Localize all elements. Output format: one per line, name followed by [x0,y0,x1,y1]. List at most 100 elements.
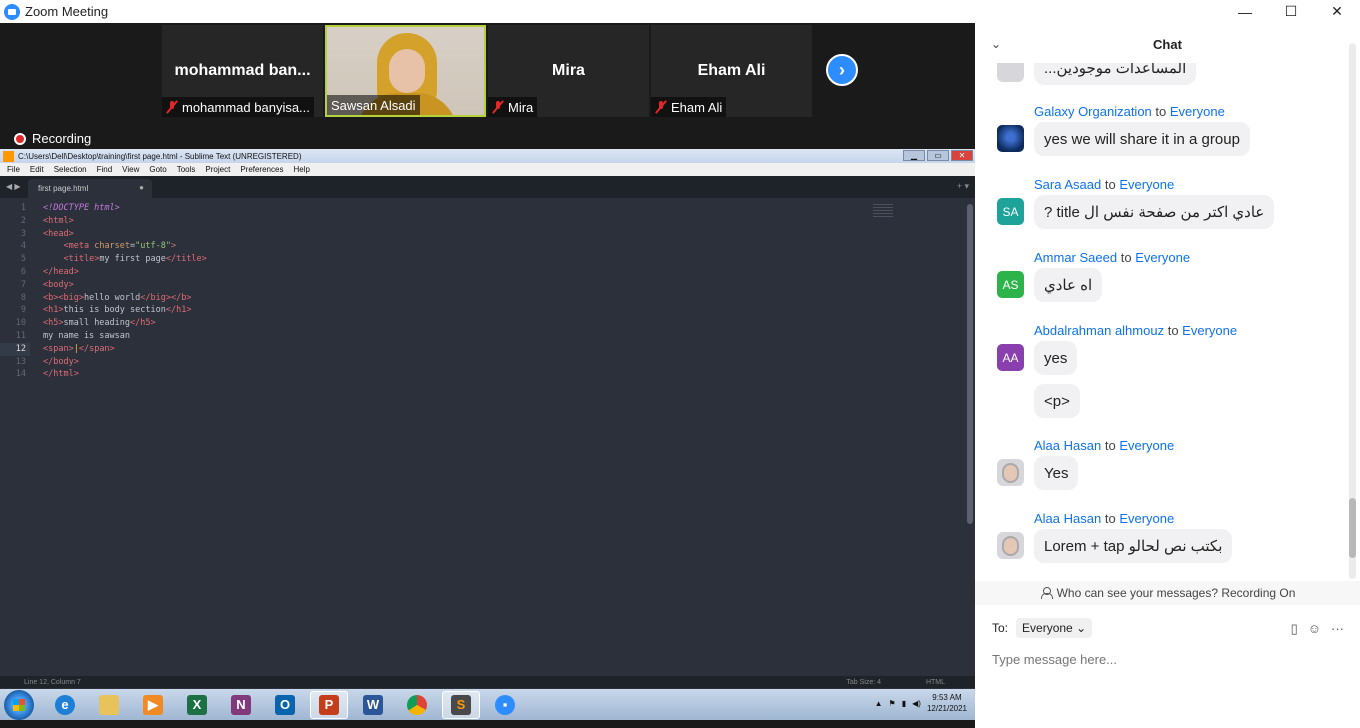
message-input[interactable] [992,649,1342,669]
cursor-position: Line 12, Column 7 [24,678,81,686]
sublime-minimize-button[interactable]: ▁ [903,150,925,161]
zoom-icon[interactable]: ▪ [486,691,524,719]
visibility-note-text: Who can see your messages? Recording On [1056,586,1296,600]
syntax-setting[interactable]: HTML [926,679,945,686]
video-tile-active-speaker[interactable]: Sawsan Alsadi [325,25,486,117]
message-sender[interactable]: Abdalrahman alhmouz [1034,323,1164,338]
tray-expand-icon[interactable]: ▲ [875,699,883,708]
message-header: Ammar Saeed to Everyone [1034,250,1190,265]
outlook-icon[interactable]: O [266,691,304,719]
chat-scrollbar-thumb[interactable] [1349,498,1356,558]
message-recipient: Everyone [1135,250,1191,265]
mic-muted-icon [492,100,504,114]
message-sender[interactable]: Alaa Hasan [1034,511,1101,526]
word-icon[interactable]: W [354,691,392,719]
sublime-maximize-button[interactable]: ▭ [927,150,949,161]
message-recipient: Everyone [1119,177,1175,192]
zoom-app: Zoom Meeting — ☐ ✕ mohammad ban... moham… [0,0,1360,728]
line-number: 3 [20,228,26,239]
message-sender[interactable]: Galaxy Organization [1034,104,1152,119]
menu-tools[interactable]: Tools [172,165,201,174]
line-number: 1 [20,203,26,213]
next-page-arrow-icon[interactable]: › [826,54,858,86]
windows-taskbar: e ▶ X N O P W S ▪ ▲ ⚑ ▮ ◀) 9:53 AM 12/21… [0,689,975,720]
message-header: Galaxy Organization to Everyone [1034,104,1225,119]
tab-scroll-arrows-icon[interactable]: ◀ ▶ [6,182,21,191]
code-text[interactable]: <!DOCTYPE html> <html> <head> <meta char… [43,202,207,381]
excel-icon[interactable]: X [178,691,216,719]
sublime-titlebar: C:\Users\Dell\Desktop\training\first pag… [0,149,975,163]
chevron-down-icon: ⌄ [1076,621,1087,635]
sublime-close-button[interactable]: ✕ [951,150,973,161]
recipient-select[interactable]: Everyone ⌄ [1016,618,1093,638]
menu-edit[interactable]: Edit [25,165,49,174]
window-titlebar: Zoom Meeting — ☐ ✕ [0,0,1360,23]
message-to: to [1104,177,1116,192]
chat-bubble: <p> [1034,384,1080,418]
menu-file[interactable]: File [2,165,25,174]
video-tile[interactable]: Eham Ali Eham Ali [651,25,812,117]
avatar-initials: AS [997,271,1024,298]
emoji-icon[interactable]: ☺ [1308,621,1321,637]
file-icon[interactable]: ▯ [1291,621,1298,637]
editor-scrollbar[interactable] [967,204,973,524]
folder-icon[interactable] [90,691,128,719]
tray-volume-icon[interactable]: ◀) [912,699,921,708]
minimap[interactable] [873,204,893,218]
line-number: 2 [20,215,26,226]
sublime-tabbar: ◀ ▶ first page.html ● + ▾ [0,176,975,198]
recording-indicator[interactable]: Recording [14,131,91,146]
more-icon[interactable]: ··· [1331,621,1344,637]
tray-flag-icon[interactable]: ⚑ [889,699,896,708]
participant-label-text: Eham Ali [671,99,723,115]
close-button[interactable]: ✕ [1314,0,1360,23]
message-recipient: Everyone [1119,438,1175,453]
tray-network-icon[interactable]: ▮ [902,699,906,708]
menu-help[interactable]: Help [288,165,314,174]
message-sender[interactable]: Sara Asaad [1034,177,1101,192]
message-sender[interactable]: Ammar Saeed [1034,250,1117,265]
shared-screen: C:\Users\Dell\Desktop\training\first pag… [0,149,975,720]
sublime-menubar: File Edit Selection Find View Goto Tools… [0,163,975,176]
start-button-icon[interactable] [4,689,34,720]
video-tile[interactable]: mohammad ban... mohammad banyisa... [162,25,323,117]
menu-view[interactable]: View [117,165,144,174]
media-player-icon[interactable]: ▶ [134,691,172,719]
tab-size-setting[interactable]: Tab Size: 4 [846,679,881,686]
message-sender[interactable]: Alaa Hasan [1034,438,1101,453]
system-clock[interactable]: 9:53 AM 12/21/2021 [927,692,967,714]
powerpoint-icon[interactable]: P [310,690,348,719]
recording-dot-icon [14,132,26,145]
editor-tab[interactable]: first page.html ● [28,179,152,198]
onenote-icon[interactable]: N [222,691,260,719]
window-controls: — ☐ ✕ [1222,0,1360,23]
avatar-galaxy-organization [997,125,1024,152]
visibility-note[interactable]: Who can see your messages? Recording On [975,581,1360,605]
video-person-face [389,49,425,93]
line-number: 8 [20,292,26,303]
meeting-area: mohammad ban... mohammad banyisa... Saws… [0,23,975,728]
code-editor[interactable]: 1 2 3 4 5 6 7 8 9 10 11 12 13 14 <!DOCTY… [0,198,975,676]
avatar-initials: SA [997,198,1024,225]
chat-bubble: Yes [1034,456,1079,490]
menu-selection[interactable]: Selection [49,165,92,174]
message-header: Alaa Hasan to Everyone [1034,438,1174,453]
message-to: to [1104,511,1116,526]
menu-find[interactable]: Find [92,165,118,174]
maximize-button[interactable]: ☐ [1268,0,1314,23]
compose-actions: ▯ ☺ ··· [1291,621,1344,637]
tab-overflow-icon[interactable]: + ▾ [957,181,969,192]
menu-goto[interactable]: Goto [144,165,171,174]
sublime-icon[interactable]: S [442,690,480,719]
message-header: Abdalrahman alhmouz to Everyone [1034,323,1237,338]
menu-project[interactable]: Project [200,165,235,174]
menu-preferences[interactable]: Preferences [235,165,288,174]
editor-tab-label: first page.html [38,184,89,193]
video-tile[interactable]: Mira Mira [488,25,649,117]
chat-scrollbar[interactable] [1349,43,1356,579]
minimize-button[interactable]: — [1222,0,1268,23]
chrome-icon[interactable] [398,691,436,719]
chat-bubble: بكتب نص لحالو Lorem + tap [1034,529,1233,563]
tab-modified-dot-icon[interactable]: ● [139,183,144,192]
ie-icon[interactable]: e [46,691,84,719]
